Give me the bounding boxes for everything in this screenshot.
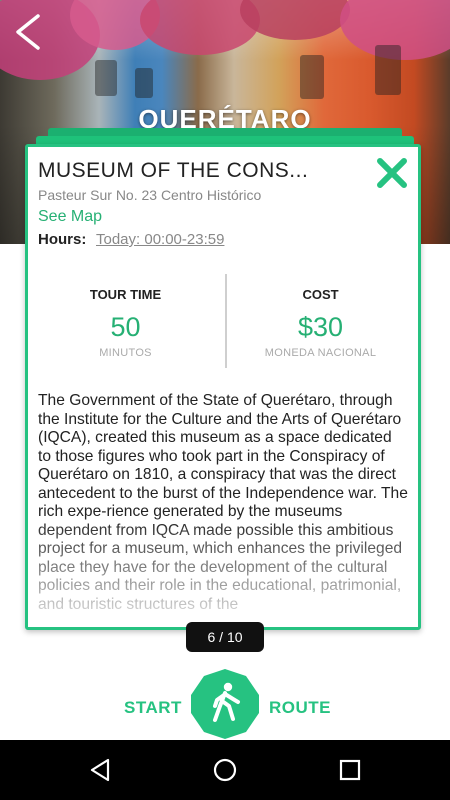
tour-time-stat: TOUR TIME 50 MINUTOS xyxy=(28,272,223,359)
nav-recents-button[interactable] xyxy=(335,755,365,785)
tour-time-value: 50 xyxy=(110,312,141,342)
hours-label: Hours: xyxy=(38,231,87,248)
close-icon xyxy=(377,158,407,188)
cost-unit: MONEDA NACIONAL xyxy=(264,347,377,359)
system-navbar xyxy=(0,740,450,800)
stats-panel: TOUR TIME 50 MINUTOS COST $30 MONEDA NAC… xyxy=(28,272,418,368)
nav-back-icon xyxy=(90,758,110,782)
start-route-button[interactable] xyxy=(189,668,261,740)
back-button[interactable] xyxy=(10,10,50,54)
walking-person-icon xyxy=(191,669,259,739)
description-fade xyxy=(28,517,418,627)
route-end-label[interactable]: ROUTE xyxy=(269,698,331,718)
tour-time-label: TOUR TIME xyxy=(89,287,162,302)
museum-address: Pasteur Sur No. 23 Centro Histórico xyxy=(38,187,262,203)
nav-back-button[interactable] xyxy=(86,755,116,785)
nav-home-button[interactable] xyxy=(210,755,240,785)
chevron-left-icon xyxy=(16,14,40,50)
tour-time-unit: MINUTOS xyxy=(99,347,152,359)
cost-stat: COST $30 MONEDA NACIONAL xyxy=(223,272,418,359)
page-indicator: 6 / 10 xyxy=(186,622,264,652)
museum-title: MUSEUM OF THE CONS... xyxy=(38,159,309,182)
nav-recents-icon xyxy=(339,759,361,781)
cost-value: $30 xyxy=(297,312,344,342)
route-row: START ROUTE xyxy=(0,668,450,740)
route-start-label[interactable]: START xyxy=(124,698,182,718)
see-map-link[interactable]: See Map xyxy=(38,208,102,226)
close-button[interactable] xyxy=(374,155,410,191)
nav-home-icon xyxy=(213,758,237,782)
museum-card: MUSEUM OF THE CONS... Pasteur Sur No. 23… xyxy=(25,144,421,630)
cost-label: COST xyxy=(302,287,339,302)
hours-value-link[interactable]: Today: 00:00-23:59 xyxy=(96,231,224,248)
